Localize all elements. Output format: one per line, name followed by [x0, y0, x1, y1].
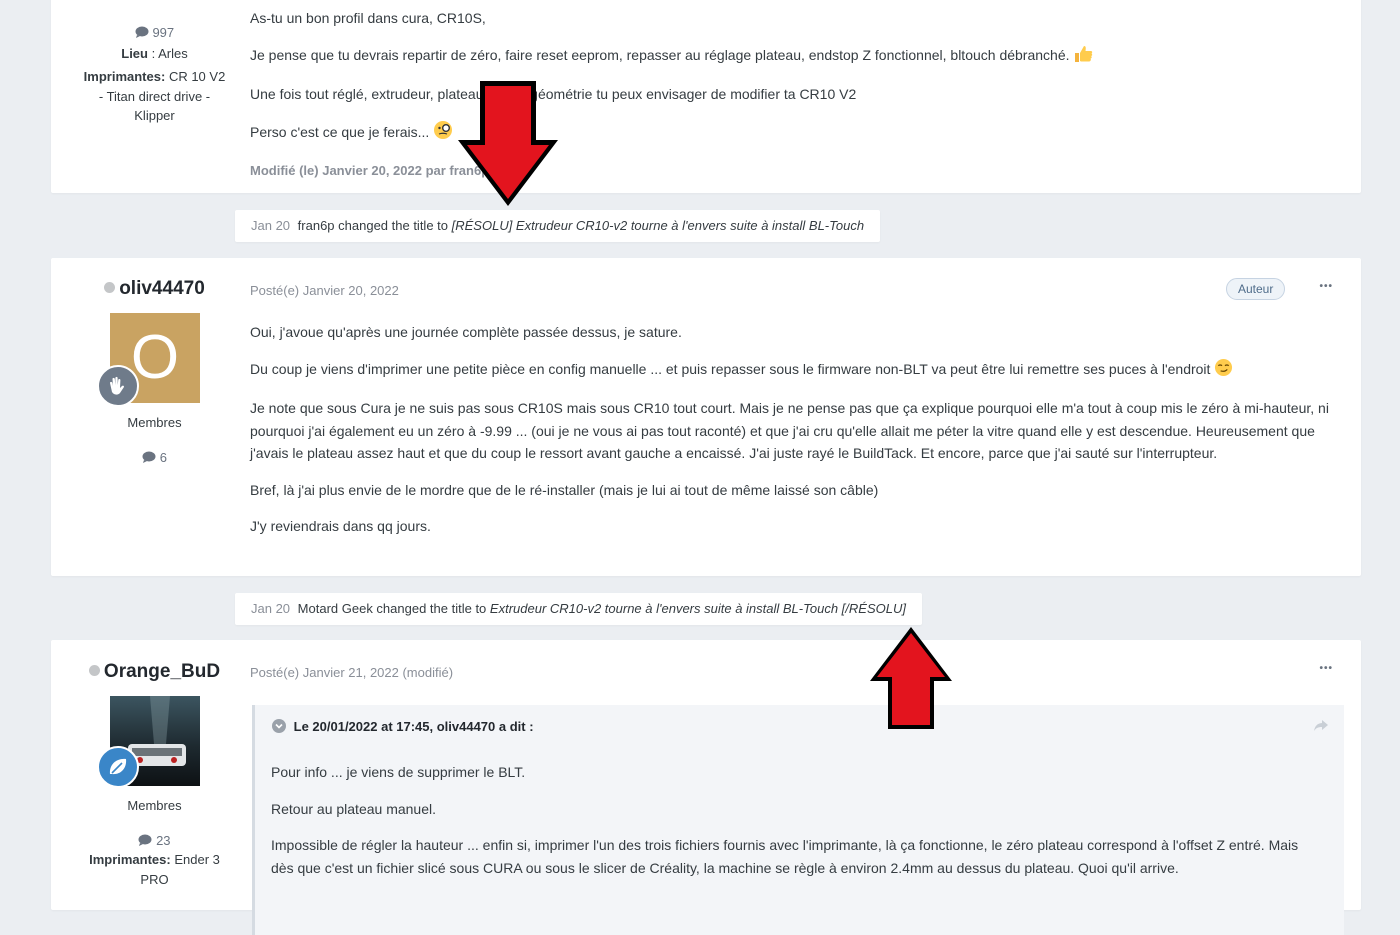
title-change-event-1: Jan 20 fran6p changed the title to [RÉSO… [235, 210, 881, 242]
user-group: Membres [127, 415, 182, 430]
event-text: fran6p changed the title to [297, 218, 449, 233]
username[interactable]: oliv44470 [119, 278, 205, 299]
post-card-2: oliv44470 O Membres 6 Posté(e) Janvier 2… [51, 258, 1361, 576]
post-paragraph: Oui, j'avoue qu'après une journée complè… [250, 324, 682, 340]
post-paragraph: Bref, là j'ai plus envie de le mordre qu… [250, 481, 879, 498]
quote-paragraph: Impossible de régler la hauteur ... enfi… [271, 837, 1299, 876]
share-icon[interactable] [1314, 719, 1328, 737]
location-label: Lieu [121, 46, 148, 61]
quote-author: Le 20/01/2022 at 17:45, oliv44470 a dit … [293, 719, 534, 734]
offline-status-dot [104, 282, 116, 293]
printers: Imprimantes: Ender 3 PRO [51, 850, 258, 889]
quote-content: Pour info ... je viens de supprimer le B… [271, 761, 1324, 879]
event-title: Extrudeur CR10-v2 tourne à l'envers suit… [489, 601, 906, 616]
comment-icon [135, 25, 153, 40]
quote-paragraph: Pour info ... je viens de supprimer le B… [271, 764, 526, 780]
edited-note: Modifié (le) Janvier 20, 2022 par fran6p [250, 163, 490, 178]
rank-badge[interactable] [97, 365, 139, 407]
title-change-event-2: Jan 20 Motard Geek changed the title to … [235, 593, 922, 625]
post-count[interactable]: 6 [51, 450, 258, 465]
event-date[interactable]: Jan 20 [251, 601, 290, 616]
avatar[interactable] [97, 696, 200, 788]
user-group: Membres [127, 798, 182, 813]
quote-block: Le 20/01/2022 at 17:45, oliv44470 a dit … [252, 705, 1344, 935]
post-card-3: Orange_BuD Membres 23 Imprimantes: Ender… [51, 640, 1361, 935]
post-paragraph: Perso c'est ce que je ferais... [250, 120, 1341, 147]
author-meta: Membres 6 [51, 415, 258, 465]
event-date[interactable]: Jan 20 [251, 218, 290, 233]
post-date[interactable]: Posté(e) Janvier 21, 2022 (modifié) [250, 665, 453, 680]
comment-icon [142, 450, 160, 465]
more-options-button[interactable]: ••• [1319, 663, 1333, 674]
author-info: 997 Lieu : Arles Imprimantes: CR 10 V2 -… [51, 25, 258, 126]
avatar[interactable]: O [97, 313, 200, 407]
down-arrow-annotation [458, 81, 558, 206]
thumbs-up-emoji [1073, 45, 1093, 70]
username-row: Orange_BuD [51, 661, 258, 683]
comment-icon [138, 833, 156, 848]
post-paragraph: As-tu un bon profil dans cura, CR10S, [250, 10, 486, 26]
post-content: As-tu un bon profil dans cura, CR10S, Je… [250, 7, 1341, 183]
author-badge: Auteur [1226, 278, 1286, 300]
post-count-value: 6 [159, 450, 167, 465]
post-date[interactable]: Posté(e) Janvier 20, 2022 [250, 283, 399, 298]
username[interactable]: Orange_BuD [104, 661, 220, 682]
chevron-down-circle-icon[interactable] [272, 719, 294, 734]
post-count-value: 997 [152, 25, 175, 40]
username-row: oliv44470 [51, 278, 258, 300]
post-paragraph: Je pense que tu devrais repartir de zéro… [250, 44, 1341, 70]
post-paragraph: Une fois tout réglé, extrudeur, plateau … [250, 86, 857, 102]
post-paragraph: J'y reviendrais dans qq jours. [250, 518, 431, 534]
monocle-emoji [433, 120, 453, 147]
leaf-icon [99, 758, 137, 790]
author-info: oliv44470 [51, 278, 258, 300]
quote-header[interactable]: Le 20/01/2022 at 17:45, oliv44470 a dit … [272, 719, 534, 734]
post-paragraph: Je note que sous Cura je ne suis pas sou… [250, 400, 1329, 461]
post-content: Oui, j'avoue qu'après une journée complè… [250, 321, 1341, 538]
offline-status-dot [88, 665, 100, 676]
post-paragraph: Du coup je viens d'imprimer une petite p… [250, 358, 1341, 384]
post-count[interactable]: 997 [51, 25, 258, 40]
quote-paragraph: Retour au plateau manuel. [271, 800, 436, 817]
printers-label: Imprimantes: [83, 69, 166, 84]
post-card-1: 997 Lieu : Arles Imprimantes: CR 10 V2 -… [51, 0, 1361, 193]
rank-badge[interactable] [97, 746, 139, 788]
up-arrow-annotation [870, 627, 952, 729]
post-count-value: 23 [156, 833, 171, 848]
smirk-emoji [1214, 358, 1233, 384]
location-value: Arles [158, 46, 188, 61]
author-meta: Membres 23 Imprimantes: Ender 3 PRO [51, 798, 258, 889]
more-options-button[interactable]: ••• [1319, 281, 1333, 292]
post-count[interactable]: 23 [51, 833, 258, 848]
printers-label: Imprimantes: [89, 852, 171, 867]
event-text: Motard Geek changed the title to [297, 601, 487, 616]
location: Lieu : Arles [121, 46, 188, 61]
author-info: Orange_BuD [51, 661, 258, 683]
event-title: [RÉSOLU] Extrudeur CR10-v2 tourne à l'en… [451, 218, 865, 233]
hand-wave-icon [99, 376, 137, 409]
printers: Imprimantes: CR 10 V2 - Titan direct dri… [51, 67, 258, 126]
